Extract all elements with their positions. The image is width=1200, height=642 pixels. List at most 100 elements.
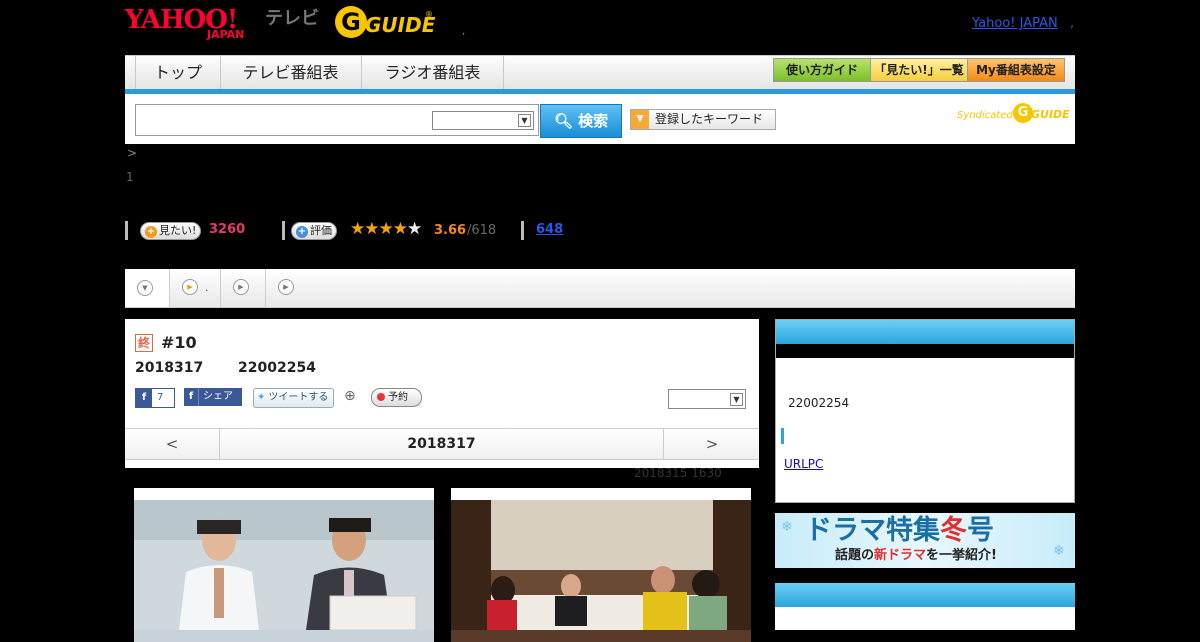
- rating-value: 3.66: [434, 223, 467, 238]
- banner-subline: 話題の新ドラマを一挙紹介!: [835, 548, 997, 564]
- photo-1-image: [134, 500, 434, 631]
- subtab-3[interactable]: ▶: [221, 269, 266, 307]
- subtab-4[interactable]: ▶: [266, 269, 310, 307]
- facebook-like-button[interactable]: f7: [135, 388, 175, 408]
- mitai-button[interactable]: + 見たい!: [140, 222, 202, 240]
- facebook-icon: f: [184, 388, 199, 406]
- mitai-label: 見たい!: [159, 224, 197, 237]
- snowflake-icon: ❄: [1053, 543, 1065, 559]
- episode-photo-2[interactable]: [451, 488, 751, 642]
- next-episode-button[interactable]: >: [663, 429, 760, 459]
- side-panel-band: [776, 344, 1074, 358]
- banner-subline-b: 新ドラマ: [874, 548, 927, 563]
- reserve-label: 予約: [388, 392, 408, 403]
- search-icon: 🔍︎: [553, 112, 573, 130]
- tweet-label: ツイートする: [268, 392, 329, 403]
- rating-label: 評価: [310, 224, 332, 237]
- play-icon: ▶: [278, 279, 294, 295]
- divider-bar: [125, 221, 128, 240]
- search-button-label: 検索: [578, 112, 609, 130]
- reserve-button[interactable]: 予約: [371, 388, 422, 407]
- syndicated-label: Syndicated: [957, 110, 1013, 121]
- global-nav: トップ テレビ番組表 ラジオ番組表 使い方ガイド 「見たい!」一覧 My番組表設…: [125, 55, 1075, 90]
- registered-keyword-button[interactable]: ▼ 登録したキーワード: [630, 109, 776, 130]
- rate-button[interactable]: + 評価: [291, 222, 337, 240]
- end-badge: 終: [135, 334, 153, 352]
- record-dot-icon: [377, 393, 385, 401]
- yahoo-japan-logo[interactable]: YAHOO! JAPAN: [125, 6, 262, 42]
- program-subtabs: ▼ ▶. ▶ ▶: [125, 269, 1075, 308]
- side-panel-2-header: [775, 583, 1075, 607]
- dropdown-triangle-icon: ▼: [631, 110, 649, 129]
- banner-subline-a: 話題の: [835, 548, 875, 563]
- syndicated-g-icon: G: [1013, 103, 1033, 123]
- side-panel-time: 22002254: [788, 396, 850, 410]
- side-panel: 22002254 URLPC: [775, 319, 1075, 503]
- side-panel-2: [775, 583, 1075, 630]
- gguide-logo[interactable]: G GUIDE ®: [335, 6, 435, 42]
- banner-headline-main: ドラマ特集: [805, 515, 940, 546]
- review-count-link[interactable]: 648: [536, 222, 563, 237]
- facebook-icon: f: [136, 389, 152, 407]
- episode-photo-1[interactable]: [134, 488, 434, 642]
- star-empty-icon: ★: [406, 219, 422, 239]
- chevron-down-icon: ▼: [518, 114, 531, 127]
- tab-radio-schedule[interactable]: ラジオ番組表: [362, 56, 504, 90]
- prev-episode-button[interactable]: <: [125, 429, 220, 459]
- header-dot: ,: [462, 26, 466, 37]
- pager-date: 2018317: [407, 436, 476, 452]
- rating-count: /618: [467, 223, 497, 238]
- banner-headline-issue: 号: [967, 515, 994, 546]
- twitter-bird-icon: ✦: [257, 392, 266, 403]
- add-calendar-icon[interactable]: ⊕: [344, 388, 360, 404]
- gguide-g-icon: G: [335, 6, 367, 38]
- tab-tv-schedule[interactable]: テレビ番組表: [220, 56, 362, 90]
- banner-headline: ドラマ特集冬号: [805, 515, 994, 547]
- play-icon: ▶: [233, 279, 249, 295]
- drama-special-banner[interactable]: ❄ ❄ ドラマ特集冬号 話題の新ドラマを一挙紹介!: [775, 513, 1075, 568]
- search-area: ▼ 🔍︎ 検索 ▼ 登録したキーワード Syndicated G GUIDE: [125, 94, 1075, 144]
- star-filled-icon: ★★★★: [350, 219, 408, 239]
- subtab-1[interactable]: ▼: [125, 269, 170, 307]
- tweet-button[interactable]: ✦ ツイートする: [253, 388, 334, 408]
- episode-pager: < 2018317 >: [125, 428, 759, 460]
- syndicated-gguide-logo: G GUIDE: [1013, 103, 1070, 125]
- facebook-share-button[interactable]: f シェア: [184, 388, 242, 406]
- episode-date: 2018317: [135, 360, 204, 376]
- photo-2-image: [451, 500, 751, 630]
- side-section-bar: [781, 428, 784, 444]
- snowflake-icon: ❄: [781, 519, 793, 535]
- breadcrumb: >: [127, 146, 138, 160]
- search-category-select[interactable]: ▼: [432, 111, 534, 130]
- plus-icon: +: [296, 226, 308, 238]
- side-panel-header: [776, 320, 1074, 344]
- guide-button[interactable]: 使い方ガイド: [773, 58, 871, 82]
- subtab-2-label: .: [205, 281, 209, 294]
- program-count: 1: [126, 170, 134, 184]
- divider-bar: [282, 221, 285, 240]
- mitai-list-button[interactable]: 「見たい!」一覧: [870, 58, 968, 82]
- plus-icon: +: [145, 226, 157, 238]
- registered-icon: ®: [425, 10, 433, 19]
- rating-stars: ★★★★★: [350, 219, 422, 239]
- search-button[interactable]: 🔍︎ 検索: [540, 104, 622, 138]
- divider-bar: [521, 221, 524, 240]
- banner-headline-winter: 冬: [940, 515, 967, 546]
- mitai-count: 3260: [209, 222, 246, 237]
- my-schedule-settings-button[interactable]: My番組表設定: [967, 58, 1065, 82]
- subtab-2[interactable]: ▶.: [170, 269, 221, 307]
- yahoo-japan-link[interactable]: Yahoo! JAPAN: [972, 16, 1058, 31]
- updated-timestamp: 2018315 1630: [634, 466, 722, 480]
- facebook-like-count: 7: [157, 392, 164, 403]
- episode-select[interactable]: ▼: [668, 389, 746, 409]
- play-icon: ▶: [182, 279, 198, 295]
- tab-top[interactable]: トップ: [135, 56, 221, 90]
- yahoo-link-dot: ,: [1070, 16, 1075, 31]
- registered-keyword-label: 登録したキーワード: [655, 112, 764, 126]
- banner-subline-c: を一挙紹介!: [926, 548, 997, 563]
- pc-url-link[interactable]: URLPC: [784, 457, 823, 471]
- chevron-down-icon: ▼: [137, 280, 153, 296]
- tv-label: テレビ: [265, 8, 319, 29]
- facebook-share-label: シェア: [203, 391, 233, 402]
- syndicated-guide-text: GUIDE: [1031, 108, 1070, 121]
